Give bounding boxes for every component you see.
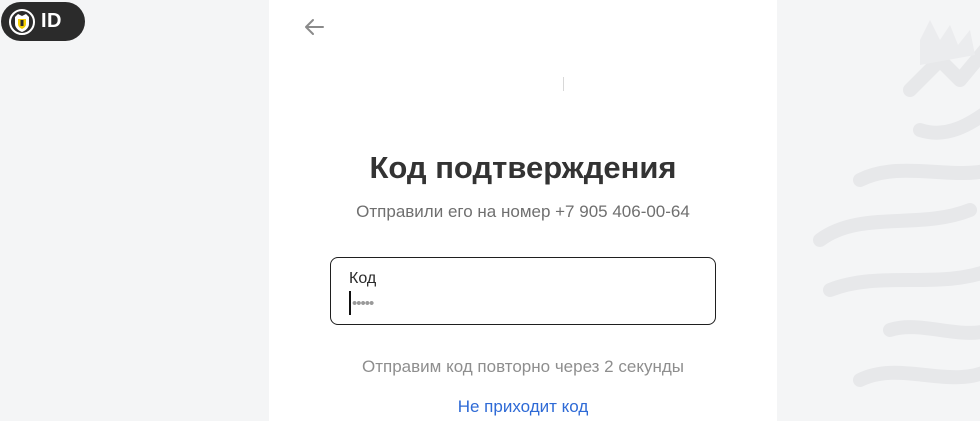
code-field[interactable]: Код — [330, 257, 716, 325]
background-emblem-icon — [813, 20, 980, 387]
divider-mark — [563, 77, 564, 91]
page-title: Код подтверждения — [369, 150, 677, 185]
logo-badge[interactable]: ID — [1, 2, 85, 41]
logo-text: ID — [41, 10, 62, 32]
phone-subtitle: Отправили его на номер +7 905 406-00-64 — [356, 202, 690, 221]
verification-card: Код подтверждения Отправили его на номер… — [269, 0, 777, 421]
resend-timer-text: Отправим код повторно через 2 секунды — [362, 357, 684, 376]
arrow-left-icon — [305, 19, 324, 35]
no-code-link[interactable]: Не приходит код — [269, 397, 777, 417]
code-field-label: Код — [349, 270, 377, 287]
bank-emblem-icon — [8, 8, 36, 36]
text-caret — [349, 291, 351, 315]
code-input[interactable] — [352, 291, 692, 315]
back-button[interactable] — [301, 14, 327, 40]
page: ID Код подтверждения Отправили его на но… — [0, 0, 980, 421]
